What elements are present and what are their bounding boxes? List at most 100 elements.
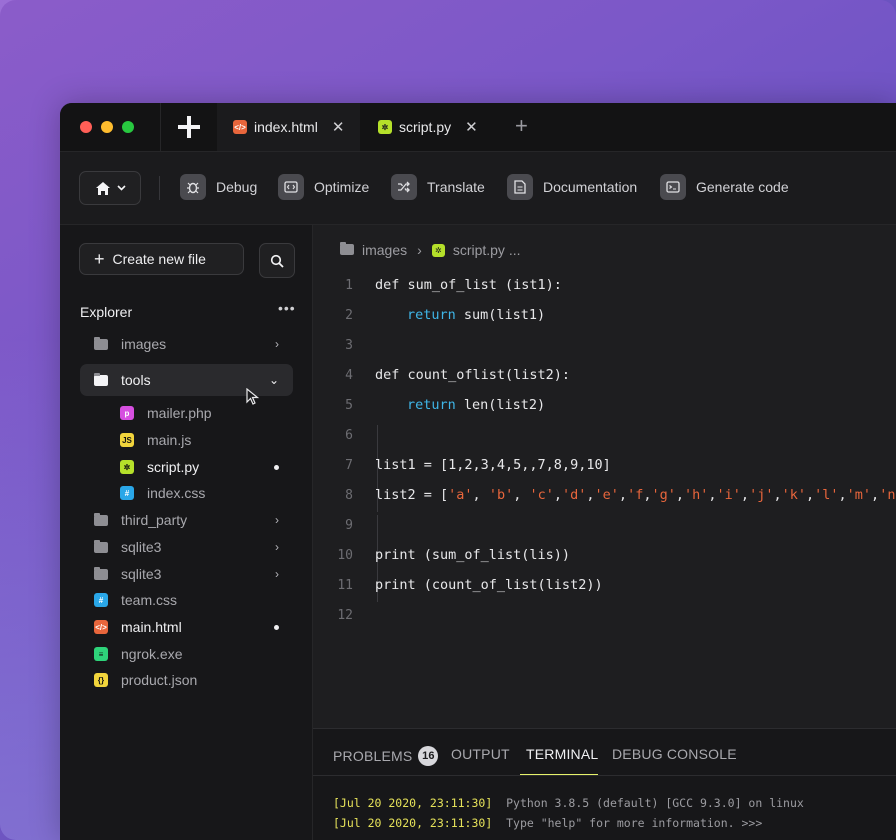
tab-problems[interactable]: PROBLEMS 16 [333, 746, 439, 766]
plus-icon [178, 116, 200, 138]
tab-output[interactable]: OUTPUT [451, 746, 510, 762]
plus-icon: + [94, 249, 105, 269]
code-text: return len(list2) [407, 397, 545, 413]
tab-label: PROBLEMS [333, 748, 413, 764]
modified-dot [274, 464, 279, 470]
tab-terminal[interactable]: TERMINAL [526, 746, 598, 762]
more-options-icon[interactable]: ••• [278, 300, 296, 316]
tree-item-label: tools [121, 372, 151, 388]
breadcrumb-file[interactable]: script.py ... [453, 242, 521, 258]
folder-icon [94, 372, 108, 387]
keyword: return [407, 307, 456, 323]
css-file-icon: # [120, 486, 134, 500]
tree-folder-images[interactable]: images › [80, 328, 293, 360]
generate-code-button[interactable]: Generate code [660, 174, 789, 200]
home-dropdown-button[interactable] [79, 171, 141, 205]
line-number: 11 [337, 577, 353, 593]
code-line[interactable]: 8 list2 = ['a', 'b', 'c','d','e','f,'g','… [313, 480, 896, 510]
code-line[interactable]: 6 [313, 420, 896, 450]
tab-index-html[interactable]: </> index.html ✕ [217, 103, 360, 151]
search-button[interactable] [259, 243, 295, 278]
tool-label: Generate code [696, 179, 789, 195]
tree-item-label: index.css [147, 485, 206, 501]
maximize-window-button[interactable] [122, 121, 134, 133]
terminal-line: [Jul 20 2020, 23:11:30] Type "help" for … [333, 816, 763, 830]
create-new-file-button[interactable]: + Create new file [79, 243, 244, 275]
json-file-icon: {} [94, 673, 108, 687]
tab-label: index.html [254, 119, 318, 135]
breadcrumb: images › ✲ script.py ... [340, 242, 521, 258]
code-line[interactable]: 4 def count_oflist(list2): [313, 360, 896, 390]
python-file-icon: ✲ [378, 120, 392, 134]
tree-item-label: images [121, 336, 167, 352]
tool-label: Optimize [314, 179, 370, 195]
terminal-icon [660, 174, 686, 200]
folder-icon [94, 566, 108, 581]
folder-icon [94, 512, 108, 527]
tree-item-label: sqlite3 [121, 539, 162, 555]
tab-script-py[interactable]: ✲ script.py ✕ [378, 103, 498, 151]
optimize-button[interactable]: Optimize [278, 174, 369, 200]
python-file-icon: ✲ [120, 460, 134, 474]
tool-label: Documentation [543, 179, 638, 195]
title-bar: </> index.html ✕ ✲ script.py ✕ + [60, 103, 896, 152]
code-text: def count_oflist(list2): [375, 367, 571, 383]
html-file-icon: </> [233, 120, 247, 134]
code-editor[interactable]: images › ✲ script.py ... 1 def sum_of_lis… [313, 225, 896, 728]
tool-label: Translate [427, 179, 485, 195]
debug-button[interactable]: Debug [180, 174, 257, 200]
tree-item-label: sqlite3 [121, 566, 162, 582]
tab-debug-console[interactable]: DEBUG CONSOLE [612, 746, 737, 762]
breadcrumb-folder[interactable]: images [362, 242, 407, 258]
line-number: 6 [345, 427, 353, 443]
modified-dot [274, 624, 279, 630]
close-window-button[interactable] [80, 121, 92, 133]
code-line[interactable]: 11 print (count_of_list(list2)) [313, 570, 896, 600]
tree-folder-tools[interactable]: tools ⌄ [80, 364, 293, 396]
chevron-right-icon: › [275, 513, 279, 527]
line-number: 12 [337, 607, 353, 623]
code-text: def sum_of_list (ist1): [375, 277, 562, 293]
chevron-right-icon: › [275, 540, 279, 554]
code-line[interactable]: 7 list1 = [1,2,3,4,5,,7,8,9,10] [313, 450, 896, 480]
tree-item-label: third_party [121, 512, 188, 528]
code-text: print (sum_of_list(lis)) [375, 547, 571, 563]
exe-file-icon: ≡ [94, 647, 108, 661]
chevron-down-icon [116, 185, 126, 191]
panel-divider [313, 775, 896, 776]
code-text: print (count_of_list(list2)) [375, 577, 603, 593]
new-tab-button[interactable]: + [515, 113, 528, 139]
line-number: 4 [345, 367, 353, 383]
chevron-right-icon: › [417, 242, 422, 258]
close-icon[interactable]: ✕ [332, 118, 345, 136]
code-line[interactable]: 2 return sum(list1) [313, 300, 896, 330]
tree-item-label: team.css [121, 592, 178, 608]
create-label: Create new file [112, 251, 206, 267]
line-number: 5 [345, 397, 353, 413]
code-line[interactable]: 3 [313, 330, 896, 360]
css-file-icon: # [94, 593, 108, 607]
tree-item-label: script.py [147, 459, 200, 475]
code-line[interactable]: 1 def sum_of_list (ist1): [313, 270, 896, 300]
line-number: 9 [345, 517, 353, 533]
code-line[interactable]: 9 [313, 510, 896, 540]
tree-file-product-json[interactable]: {} product.json [80, 664, 293, 696]
app-logo-plus-button[interactable] [160, 103, 218, 151]
code-line[interactable]: 5 return len(list2) [313, 390, 896, 420]
tab-label: OUTPUT [451, 746, 510, 762]
line-number: 1 [345, 277, 353, 293]
line-number: 3 [345, 337, 353, 353]
explorer-title: Explorer [80, 304, 133, 320]
code-line[interactable]: 10 print (sum_of_list(lis)) [313, 540, 896, 570]
translate-button[interactable]: Translate [391, 174, 485, 200]
line-number: 8 [345, 487, 353, 503]
line-number: 7 [345, 457, 353, 473]
minimize-window-button[interactable] [101, 121, 113, 133]
tab-label: DEBUG CONSOLE [612, 746, 737, 762]
code-text: list2 = ['a', 'b', 'c','d','e','f,'g','h… [375, 487, 896, 503]
folder-icon [94, 336, 108, 351]
tab-label: TERMINAL [526, 746, 599, 762]
code-line[interactable]: 12 [313, 600, 896, 630]
documentation-button[interactable]: Documentation [507, 174, 637, 200]
close-icon[interactable]: ✕ [465, 118, 478, 136]
